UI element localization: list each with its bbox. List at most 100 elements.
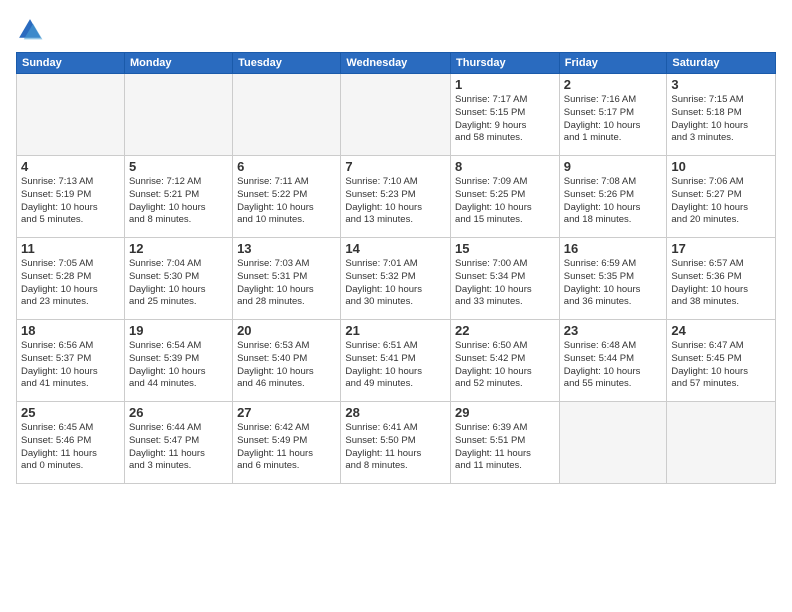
calendar-cell: 22Sunrise: 6:50 AMSunset: 5:42 PMDayligh… (451, 320, 560, 402)
header-area (16, 16, 776, 44)
calendar-cell: 13Sunrise: 7:03 AMSunset: 5:31 PMDayligh… (233, 238, 341, 320)
calendar-cell: 24 Sunrise: 6:47 AMSunset: 5:45 PMDayligh… (667, 320, 776, 402)
col-header-saturday: Saturday (667, 53, 776, 74)
day-number: 3 (671, 77, 771, 92)
calendar-cell (667, 402, 776, 484)
calendar-cell: 9 Sunrise: 7:08 AMSunset: 5:26 PMDaylight… (559, 156, 667, 238)
day-number: 20 (237, 323, 336, 338)
day-number: 7 (345, 159, 446, 174)
day-number: 6 (237, 159, 336, 174)
day-info: Sunrise: 7:13 AMSunset: 5:19 PMDaylight:… (21, 176, 120, 227)
calendar-cell: 18 Sunrise: 6:56 AMSunset: 5:37 PMDayligh… (17, 320, 125, 402)
col-header-sunday: Sunday (17, 53, 125, 74)
calendar-cell (341, 74, 451, 156)
calendar-cell: 6 Sunrise: 7:11 AMSunset: 5:22 PMDaylight… (233, 156, 341, 238)
day-info: Sunrise: 6:39 AMSunset: 5:51 PMDaylight:… (455, 422, 555, 473)
day-number: 19 (129, 323, 228, 338)
col-header-friday: Friday (559, 53, 667, 74)
day-info: Sunrise: 6:50 AMSunset: 5:42 PMDaylight:… (455, 340, 555, 391)
day-info: Sunrise: 6:44 AMSunset: 5:47 PMDaylight:… (129, 422, 228, 473)
page: SundayMondayTuesdayWednesdayThursdayFrid… (0, 0, 792, 612)
calendar-cell: 7 Sunrise: 7:10 AMSunset: 5:23 PMDaylight… (341, 156, 451, 238)
calendar-cell: 5 Sunrise: 7:12 AMSunset: 5:21 PMDaylight… (124, 156, 232, 238)
col-header-thursday: Thursday (451, 53, 560, 74)
calendar-cell: 3 Sunrise: 7:15 AMSunset: 5:18 PMDaylight… (667, 74, 776, 156)
day-number: 4 (21, 159, 120, 174)
day-info: Sunrise: 7:15 AMSunset: 5:18 PMDaylight:… (671, 94, 771, 145)
calendar-cell: 27 Sunrise: 6:42 AMSunset: 5:49 PMDayligh… (233, 402, 341, 484)
day-info: Sunrise: 7:01 AMSunset: 5:32 PMDaylight:… (345, 258, 446, 309)
day-info: Sunrise: 6:59 AMSunset: 5:35 PMDaylight:… (564, 258, 663, 309)
col-header-monday: Monday (124, 53, 232, 74)
day-info: Sunrise: 7:10 AMSunset: 5:23 PMDaylight:… (345, 176, 446, 227)
day-info: Sunrise: 6:48 AMSunset: 5:44 PMDaylight:… (564, 340, 663, 391)
day-number: 24 (671, 323, 771, 338)
day-number: 21 (345, 323, 446, 338)
week-row-0: 1 Sunrise: 7:17 AMSunset: 5:15 PMDaylight… (17, 74, 776, 156)
calendar-cell (17, 74, 125, 156)
day-number: 15 (455, 241, 555, 256)
day-number: 9 (564, 159, 663, 174)
day-number: 1 (455, 77, 555, 92)
day-info: Sunrise: 7:17 AMSunset: 5:15 PMDaylight:… (455, 94, 555, 145)
calendar-cell (559, 402, 667, 484)
day-number: 26 (129, 405, 228, 420)
calendar-cell: 17 Sunrise: 6:57 AMSunset: 5:36 PMDayligh… (667, 238, 776, 320)
calendar-cell: 2 Sunrise: 7:16 AMSunset: 5:17 PMDaylight… (559, 74, 667, 156)
week-row-1: 4 Sunrise: 7:13 AMSunset: 5:19 PMDaylight… (17, 156, 776, 238)
day-info: Sunrise: 6:45 AMSunset: 5:46 PMDaylight:… (21, 422, 120, 473)
day-number: 8 (455, 159, 555, 174)
header-row: SundayMondayTuesdayWednesdayThursdayFrid… (17, 53, 776, 74)
day-info: Sunrise: 7:11 AMSunset: 5:22 PMDaylight:… (237, 176, 336, 227)
calendar-cell: 25 Sunrise: 6:45 AMSunset: 5:46 PMDayligh… (17, 402, 125, 484)
day-number: 5 (129, 159, 228, 174)
day-number: 14 (345, 241, 446, 256)
calendar-cell: 12 Sunrise: 7:04 AMSunset: 5:30 PMDayligh… (124, 238, 232, 320)
day-info: Sunrise: 6:54 AMSunset: 5:39 PMDaylight:… (129, 340, 228, 391)
day-number: 2 (564, 77, 663, 92)
calendar-cell (233, 74, 341, 156)
calendar-cell: 16Sunrise: 6:59 AMSunset: 5:35 PMDayligh… (559, 238, 667, 320)
day-info: Sunrise: 7:05 AMSunset: 5:28 PMDaylight:… (21, 258, 120, 309)
day-info: Sunrise: 7:16 AMSunset: 5:17 PMDaylight:… (564, 94, 663, 145)
day-number: 12 (129, 241, 228, 256)
calendar-cell: 26 Sunrise: 6:44 AMSunset: 5:47 PMDayligh… (124, 402, 232, 484)
day-number: 27 (237, 405, 336, 420)
week-row-3: 18 Sunrise: 6:56 AMSunset: 5:37 PMDayligh… (17, 320, 776, 402)
col-header-wednesday: Wednesday (341, 53, 451, 74)
calendar-cell: 14 Sunrise: 7:01 AMSunset: 5:32 PMDayligh… (341, 238, 451, 320)
calendar-cell: 23 Sunrise: 6:48 AMSunset: 5:44 PMDayligh… (559, 320, 667, 402)
calendar-cell: 28Sunrise: 6:41 AMSunset: 5:50 PMDayligh… (341, 402, 451, 484)
day-number: 17 (671, 241, 771, 256)
calendar-cell: 20 Sunrise: 6:53 AMSunset: 5:40 PMDayligh… (233, 320, 341, 402)
logo-icon (16, 16, 44, 44)
day-info: Sunrise: 7:08 AMSunset: 5:26 PMDaylight:… (564, 176, 663, 227)
day-info: Sunrise: 6:41 AMSunset: 5:50 PMDaylight:… (345, 422, 446, 473)
day-info: Sunrise: 6:47 AMSunset: 5:45 PMDaylight:… (671, 340, 771, 391)
day-info: Sunrise: 6:53 AMSunset: 5:40 PMDaylight:… (237, 340, 336, 391)
col-header-tuesday: Tuesday (233, 53, 341, 74)
day-info: Sunrise: 6:57 AMSunset: 5:36 PMDaylight:… (671, 258, 771, 309)
day-info: Sunrise: 7:06 AMSunset: 5:27 PMDaylight:… (671, 176, 771, 227)
day-number: 25 (21, 405, 120, 420)
day-number: 23 (564, 323, 663, 338)
day-number: 11 (21, 241, 120, 256)
day-info: Sunrise: 7:09 AMSunset: 5:25 PMDaylight:… (455, 176, 555, 227)
day-info: Sunrise: 7:03 AMSunset: 5:31 PMDaylight:… (237, 258, 336, 309)
calendar-cell: 21Sunrise: 6:51 AMSunset: 5:41 PMDayligh… (341, 320, 451, 402)
day-number: 10 (671, 159, 771, 174)
calendar-cell: 29Sunrise: 6:39 AMSunset: 5:51 PMDayligh… (451, 402, 560, 484)
calendar-cell: 1 Sunrise: 7:17 AMSunset: 5:15 PMDaylight… (451, 74, 560, 156)
calendar-cell: 19 Sunrise: 6:54 AMSunset: 5:39 PMDayligh… (124, 320, 232, 402)
calendar-cell: 10 Sunrise: 7:06 AMSunset: 5:27 PMDayligh… (667, 156, 776, 238)
day-number: 18 (21, 323, 120, 338)
logo (16, 16, 48, 44)
calendar-cell (124, 74, 232, 156)
day-info: Sunrise: 7:12 AMSunset: 5:21 PMDaylight:… (129, 176, 228, 227)
day-info: Sunrise: 6:42 AMSunset: 5:49 PMDaylight:… (237, 422, 336, 473)
day-info: Sunrise: 7:04 AMSunset: 5:30 PMDaylight:… (129, 258, 228, 309)
week-row-2: 11 Sunrise: 7:05 AMSunset: 5:28 PMDayligh… (17, 238, 776, 320)
calendar-cell: 15Sunrise: 7:00 AMSunset: 5:34 PMDayligh… (451, 238, 560, 320)
week-row-4: 25 Sunrise: 6:45 AMSunset: 5:46 PMDayligh… (17, 402, 776, 484)
day-info: Sunrise: 6:56 AMSunset: 5:37 PMDaylight:… (21, 340, 120, 391)
